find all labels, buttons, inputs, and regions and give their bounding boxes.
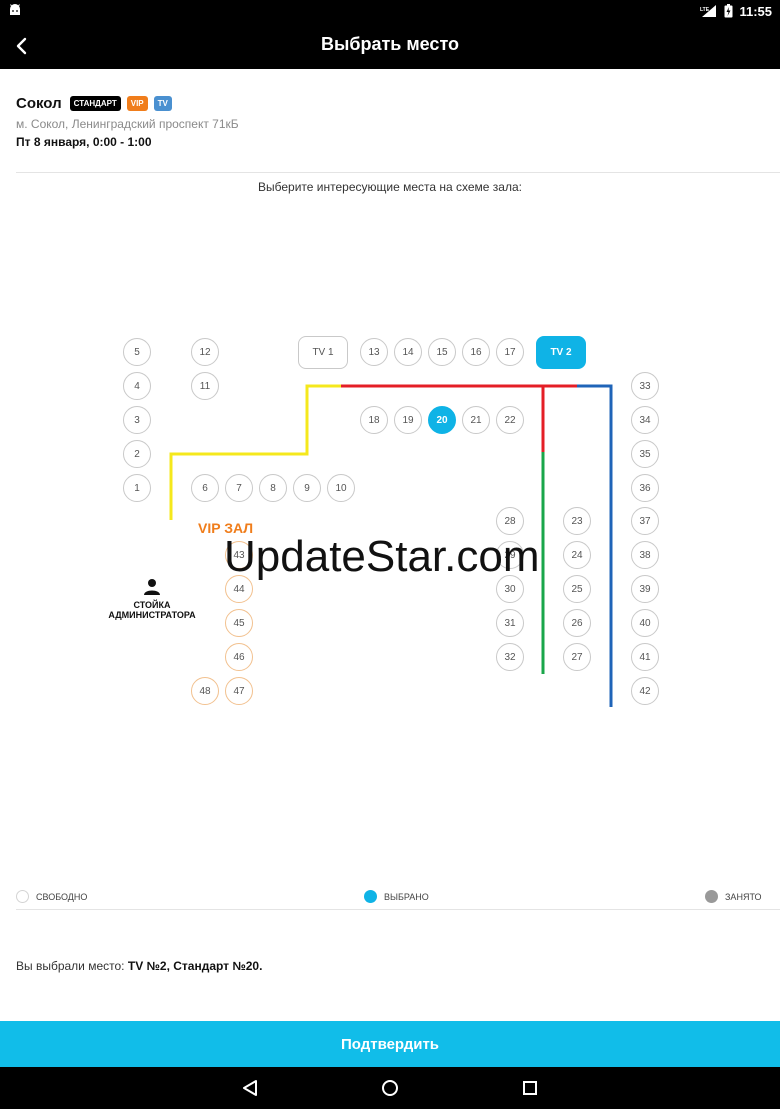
seat-34[interactable]: 34 [631,406,659,434]
watermark-text: UpdateStar.com [224,532,540,581]
badge-vip: VIP [126,95,148,111]
venue-address: м. Сокол, Ленинградский проспект 71кБ [16,117,239,131]
nav-home-icon[interactable] [380,1078,400,1098]
legend-selected: ВЫБРАНО [364,890,429,903]
seat-21[interactable]: 21 [462,406,490,434]
seat-10[interactable]: 10 [327,474,355,502]
seat-23[interactable]: 23 [563,507,591,535]
seat-22[interactable]: 22 [496,406,524,434]
seat-32[interactable]: 32 [496,643,524,671]
seat-37[interactable]: 37 [631,507,659,535]
seat-tv-2[interactable]: TV 2 [536,335,586,369]
legend-free-label: СВОБОДНО [36,891,88,902]
badge-standard: СТАНДАРТ [69,95,121,111]
seat-tv-1[interactable]: TV 1 [298,335,348,369]
yellow-route-line [169,384,341,520]
seat-28[interactable]: 28 [496,507,524,535]
seat-39[interactable]: 39 [631,575,659,603]
busy-dot-icon [705,890,718,903]
venue-name: Сокол [16,94,62,112]
admin-desk: СТОЙКА АДМИНИСТРАТОРА [100,578,204,620]
seat-36[interactable]: 36 [631,474,659,502]
legend-selected-label: ВЫБРАНО [384,891,429,902]
status-bar: LTE 11:55 [0,0,780,22]
system-nav-bar [0,1067,780,1109]
booking-date: Пт 8 января, 0:00 - 1:00 [16,135,152,149]
android-icon [10,4,20,15]
seat-3[interactable]: 3 [123,406,151,434]
seat-9[interactable]: 9 [293,474,321,502]
seat-35[interactable]: 35 [631,440,659,468]
seat-48[interactable]: 48 [191,677,219,705]
seat-27[interactable]: 27 [563,643,591,671]
seat-15[interactable]: 15 [428,338,456,366]
seat-8[interactable]: 8 [259,474,287,502]
seat-4[interactable]: 4 [123,372,151,400]
seat-31[interactable]: 31 [496,609,524,637]
legend-busy-label: ЗАНЯТО [725,891,762,902]
clock: 11:55 [739,3,772,19]
seat-18[interactable]: 18 [360,406,388,434]
seat-1[interactable]: 1 [123,474,151,502]
seat-13[interactable]: 13 [360,338,388,366]
free-dot-icon [16,890,29,903]
seat-41[interactable]: 41 [631,643,659,671]
seat-42[interactable]: 42 [631,677,659,705]
seat-12[interactable]: 12 [191,338,219,366]
legend-busy: ЗАНЯТО [705,890,762,903]
admin-desk-label-line1: СТОЙКА [133,600,171,610]
seat-40[interactable]: 40 [631,609,659,637]
seat-2[interactable]: 2 [123,440,151,468]
seat-5[interactable]: 5 [123,338,151,366]
seat-45[interactable]: 45 [225,609,253,637]
seat-16[interactable]: 16 [462,338,490,366]
nav-recents-icon[interactable] [520,1078,540,1098]
seat-26[interactable]: 26 [563,609,591,637]
seat-46[interactable]: 46 [225,643,253,671]
admin-desk-label-line2: АДМИНИСТРАТОРА [108,610,196,620]
svg-text:LTE: LTE [700,7,710,13]
seat-25[interactable]: 25 [563,575,591,603]
seat-38[interactable]: 38 [631,541,659,569]
seat-11[interactable]: 11 [191,372,219,400]
instruction-text: Выберите интересующие места на схеме зал… [258,180,522,194]
seat-33[interactable]: 33 [631,372,659,400]
seat-17[interactable]: 17 [496,338,524,366]
seat-7[interactable]: 7 [225,474,253,502]
battery-charging-icon [724,4,733,18]
person-icon [144,579,160,595]
nav-back-icon[interactable] [240,1078,260,1098]
venue-info: Сокол СТАНДАРТ VIP TV м. Сокол, Ленингра… [16,94,764,150]
legend-free: СВОБОДНО [16,890,87,903]
confirm-button[interactable]: Подтвердить [0,1021,780,1067]
seat-20[interactable]: 20 [428,406,456,434]
summary-prefix: Вы выбрали место: [16,959,125,973]
seat-19[interactable]: 19 [394,406,422,434]
legend: СВОБОДНО ВЫБРАНО ЗАНЯТО [0,890,780,908]
divider [16,909,780,910]
seat-47[interactable]: 47 [225,677,253,705]
selected-dot-icon [364,890,377,903]
summary-choice: TV №2, Стандарт №20. [127,959,263,973]
seat-6[interactable]: 6 [191,474,219,502]
badge-tv: TV [153,95,172,111]
page-title: Выбрать место [320,34,460,54]
selection-summary: Вы выбрали место: TV №2, Стандарт №20. [16,959,262,973]
divider [16,172,780,173]
lte-signal-icon: LTE [700,5,717,17]
app-bar: Выбрать место [0,22,780,69]
seat-24[interactable]: 24 [563,541,591,569]
seat-14[interactable]: 14 [394,338,422,366]
